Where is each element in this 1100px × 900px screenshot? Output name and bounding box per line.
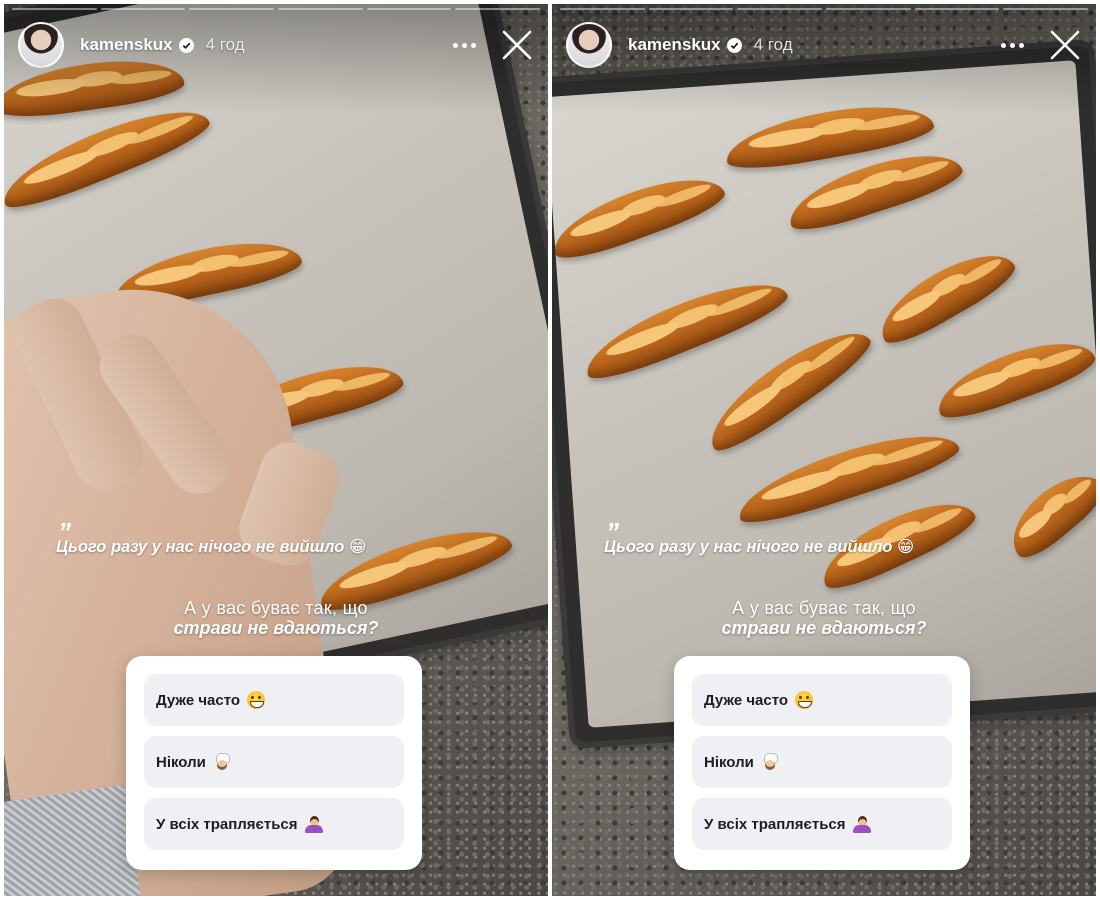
progress-segment bbox=[560, 8, 645, 10]
progress-segment bbox=[1003, 8, 1089, 10]
poll-option-label: Дуже часто bbox=[704, 691, 789, 709]
post-time: 4 год bbox=[205, 35, 245, 54]
progress-segment bbox=[914, 8, 1000, 10]
poll-sticker: Дуже часто Ніколи У всіх трапляється bbox=[126, 656, 422, 870]
progress-segment bbox=[826, 8, 911, 10]
person-shrugging-icon bbox=[852, 815, 871, 833]
poll-option-very-often[interactable]: Дуже часто bbox=[144, 674, 404, 726]
poll-option-never[interactable]: Ніколи bbox=[144, 736, 404, 788]
verified-badge-icon bbox=[726, 37, 742, 53]
grinning-face-icon bbox=[795, 691, 814, 709]
more-options-icon[interactable] bbox=[998, 33, 1026, 57]
poll-question: А у вас буває так, що страви не вдаються… bbox=[4, 598, 548, 639]
poll-option-label: У всіх трапляється bbox=[704, 815, 846, 833]
poll-question-line2: страви не вдаються? bbox=[173, 618, 379, 638]
verified-badge-icon bbox=[178, 37, 194, 53]
story-caption: Цього разу у нас нічого не вийшло 😁 bbox=[56, 538, 367, 556]
poll-question-line1: А у вас буває так, що bbox=[732, 598, 916, 618]
close-icon[interactable] bbox=[1048, 28, 1082, 62]
poll-option-very-often[interactable]: Дуже часто bbox=[692, 674, 952, 726]
person-shrugging-icon bbox=[304, 815, 323, 833]
cook-icon bbox=[213, 753, 231, 771]
progress-segment bbox=[455, 8, 541, 10]
story-header: kamenskux 4 год bbox=[566, 20, 1082, 70]
poll-option-happens-to-everyone[interactable]: У всіх трапляється bbox=[692, 798, 952, 850]
avatar[interactable] bbox=[18, 22, 64, 68]
grinning-face-icon bbox=[247, 691, 266, 709]
poll-option-happens-to-everyone[interactable]: У всіх трапляється bbox=[144, 798, 404, 850]
progress-segment bbox=[737, 8, 823, 10]
poll-option-label: Дуже часто bbox=[156, 691, 241, 709]
more-options-icon[interactable] bbox=[450, 33, 478, 57]
progress-segment bbox=[366, 8, 452, 10]
story-progress bbox=[12, 8, 541, 10]
story-header: kamenskux 4 год bbox=[18, 20, 534, 70]
poll-option-never[interactable]: Ніколи bbox=[692, 736, 952, 788]
poll-sticker: Дуже часто Ніколи У всіх трапляється bbox=[674, 656, 970, 870]
avatar[interactable] bbox=[566, 22, 612, 68]
username[interactable]: kamenskux bbox=[80, 35, 173, 55]
story-progress bbox=[560, 8, 1089, 10]
progress-segment bbox=[648, 8, 734, 10]
poll-option-label: Ніколи bbox=[156, 753, 206, 771]
story-caption: Цього разу у нас нічого не вийшло 😁 bbox=[604, 538, 915, 556]
poll-question: А у вас буває так, що страви не вдаються… bbox=[552, 598, 1096, 639]
progress-segment bbox=[189, 8, 275, 10]
watch-band bbox=[4, 784, 142, 896]
close-icon[interactable] bbox=[500, 28, 534, 62]
story-left[interactable]: kamenskux 4 год ” Цього разу у нас нічог… bbox=[4, 4, 548, 896]
poll-question-line2: страви не вдаються? bbox=[721, 618, 927, 638]
progress-segment bbox=[278, 8, 363, 10]
cook-icon bbox=[761, 753, 779, 771]
poll-question-line1: А у вас буває так, що bbox=[184, 598, 368, 618]
poll-option-label: Ніколи bbox=[704, 753, 754, 771]
progress-segment bbox=[100, 8, 186, 10]
username[interactable]: kamenskux bbox=[628, 35, 721, 55]
post-time: 4 год bbox=[753, 35, 793, 54]
progress-segment bbox=[12, 8, 97, 10]
poll-option-label: У всіх трапляється bbox=[156, 815, 298, 833]
story-right[interactable]: kamenskux 4 год ” Цього разу у нас нічог… bbox=[552, 4, 1096, 896]
